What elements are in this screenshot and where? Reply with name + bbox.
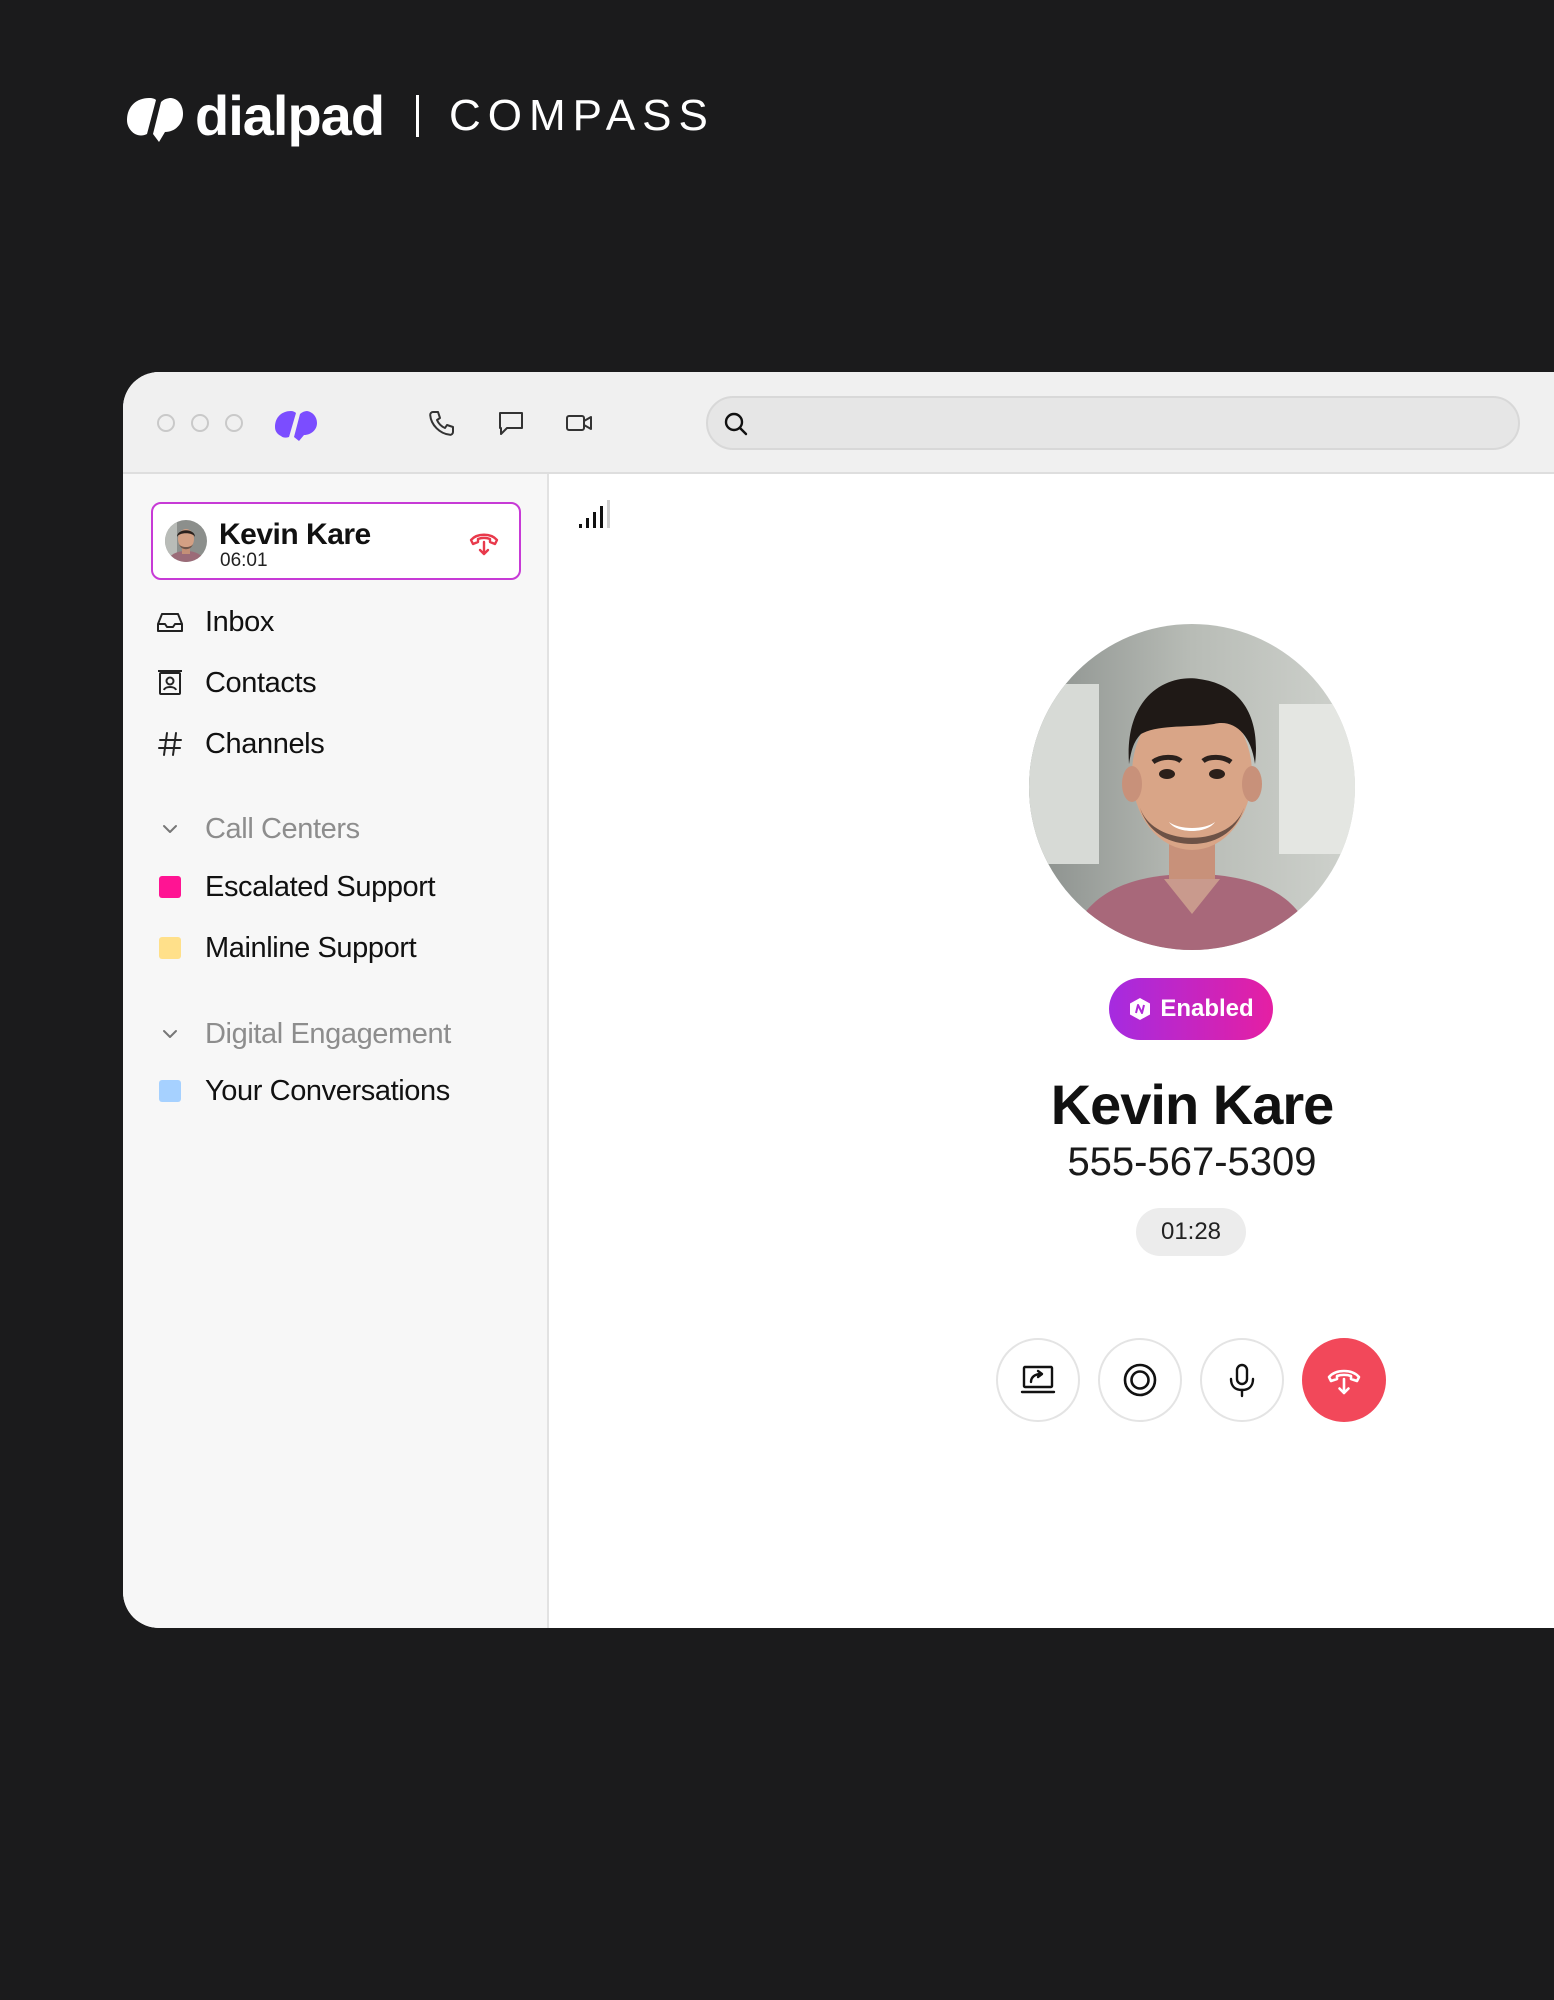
dialpad-logo-icon — [127, 98, 183, 142]
sidebar-item-escalated-support[interactable]: Escalated Support — [155, 865, 436, 909]
sidebar-item-label: Your Conversations — [205, 1074, 450, 1107]
hash-icon — [155, 729, 185, 759]
hangup-icon[interactable] — [467, 526, 501, 560]
search-bar[interactable] — [706, 396, 1520, 450]
chevron-down-icon — [155, 814, 185, 844]
call-timer: 01:28 — [1136, 1208, 1246, 1256]
sidebar-item-channels[interactable]: Channels — [155, 722, 325, 766]
color-swatch — [155, 1076, 185, 1106]
window-close-button[interactable] — [157, 414, 175, 432]
title-bar — [123, 372, 1554, 474]
window-minimize-button[interactable] — [191, 414, 209, 432]
app-window: Kevin Kare 06:01 Inbox Contacts Channels… — [123, 372, 1554, 1628]
record-button[interactable] — [1098, 1338, 1182, 1422]
sidebar-item-inbox[interactable]: Inbox — [155, 600, 274, 644]
section-label: Call Centers — [205, 812, 360, 845]
brand-divider — [416, 95, 420, 137]
inbox-icon — [155, 607, 185, 637]
ai-hexagon-icon — [1130, 998, 1151, 1020]
contacts-icon — [155, 668, 185, 698]
hangup-icon — [1327, 1369, 1361, 1395]
color-swatch — [155, 933, 185, 963]
section-label: Digital Engagement — [205, 1017, 451, 1050]
sidebar-item-your-conversations[interactable]: Your Conversations — [155, 1069, 450, 1113]
sidebar-item-label: Mainline Support — [205, 931, 417, 964]
mute-button[interactable] — [1200, 1338, 1284, 1422]
message-icon[interactable] — [496, 408, 526, 438]
sidebar-item-label: Escalated Support — [205, 870, 436, 903]
microphone-icon — [1229, 1363, 1255, 1398]
active-call-duration: 06:01 — [220, 550, 268, 571]
screen-share-button[interactable] — [996, 1338, 1080, 1422]
mainline-support-swatch — [159, 937, 181, 959]
escalated-support-swatch — [159, 876, 181, 898]
section-digital-engagement[interactable]: Digital Engagement — [155, 1012, 451, 1056]
signal-strength-icon — [579, 500, 610, 528]
brand-product-name: COMPASS — [449, 91, 715, 140]
sidebar: Kevin Kare 06:01 Inbox Contacts Channels… — [123, 474, 549, 1628]
section-call-centers[interactable]: Call Centers — [155, 807, 360, 851]
record-icon — [1123, 1363, 1157, 1397]
sidebar-item-label: Inbox — [205, 605, 274, 638]
brand-header: dialpad COMPASS — [123, 86, 715, 146]
phone-icon[interactable] — [427, 408, 457, 438]
color-swatch — [155, 872, 185, 902]
sidebar-item-label: Channels — [205, 727, 325, 760]
badge-label: Enabled — [1160, 995, 1254, 1022]
search-icon — [724, 412, 748, 436]
avatar — [165, 520, 207, 562]
window-maximize-button[interactable] — [225, 414, 243, 432]
search-input[interactable] — [760, 398, 1498, 450]
dialpad-app-icon[interactable] — [273, 407, 319, 441]
end-call-button[interactable] — [1302, 1338, 1386, 1422]
caller-photo — [1029, 624, 1355, 950]
active-call-card[interactable]: Kevin Kare 06:01 — [151, 502, 521, 580]
caller-name: Kevin Kare — [1050, 1073, 1335, 1136]
sidebar-item-mainline-support[interactable]: Mainline Support — [155, 926, 417, 970]
chevron-down-icon — [155, 1019, 185, 1049]
ai-enabled-badge: Enabled — [1109, 978, 1273, 1040]
sidebar-item-contacts[interactable]: Contacts — [155, 661, 317, 705]
sidebar-item-label: Contacts — [205, 666, 317, 699]
video-icon[interactable] — [564, 408, 594, 438]
caller-phone-number: 555-567-5309 — [1067, 1140, 1317, 1184]
screen-share-icon — [1020, 1365, 1056, 1394]
brand-wordmark: dialpad — [195, 84, 385, 147]
your-conversations-swatch — [159, 1080, 181, 1102]
active-call-name: Kevin Kare — [219, 518, 371, 551]
